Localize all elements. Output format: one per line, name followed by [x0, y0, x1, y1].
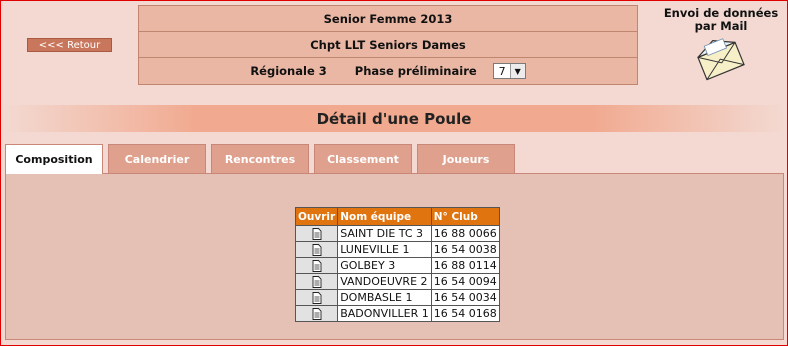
club-number-cell: 16 88 0066 [430, 225, 500, 242]
mail-label-line2: par Mail [694, 19, 748, 33]
table-header-row: Ouvrir Nom équipe N° Club [294, 207, 500, 226]
table-row: LUNEVILLE 1 16 54 0038 [294, 241, 500, 258]
teams-table: Ouvrir Nom équipe N° Club SAINT DIE TC 3… [294, 207, 500, 322]
open-cell[interactable] [294, 241, 339, 258]
team-name-cell: BADONVILLER 1 [337, 305, 432, 322]
tab-content-composition: Ouvrir Nom équipe N° Club SAINT DIE TC 3… [5, 173, 784, 340]
tab-calendrier[interactable]: Calendrier [108, 144, 206, 173]
phase-select[interactable]: 7 ▼ [492, 63, 526, 79]
club-number-cell: 16 54 0038 [430, 241, 500, 258]
table-row: GOLBEY 3 16 88 0114 [294, 257, 500, 274]
document-icon[interactable] [312, 228, 322, 240]
envelope-icon[interactable] [695, 37, 747, 81]
open-cell[interactable] [294, 305, 339, 322]
open-cell[interactable] [294, 289, 339, 306]
tab-joueurs[interactable]: Joueurs [417, 144, 515, 173]
tab-composition[interactable]: Composition [5, 144, 103, 174]
table-row: BADONVILLER 1 16 54 0168 [294, 305, 500, 322]
championship-label: Chpt LLT Seniors Dames [310, 37, 466, 52]
club-number-cell: 16 54 0094 [430, 273, 500, 290]
phase-label: Phase préliminaire [354, 64, 477, 78]
season-row: Senior Femme 2013 [139, 6, 637, 32]
document-icon[interactable] [312, 308, 322, 320]
club-number-cell: 16 54 0034 [430, 289, 500, 306]
open-cell[interactable] [294, 257, 339, 274]
chevron-down-icon[interactable]: ▼ [509, 64, 525, 78]
column-header-team: Nom équipe [337, 207, 432, 226]
phase-row: Régionale 3 Phase préliminaire 7 ▼ [139, 58, 637, 84]
table-row: DOMBASLE 1 16 54 0034 [294, 289, 500, 306]
table-row: SAINT DIE TC 3 16 88 0066 [294, 225, 500, 242]
document-icon[interactable] [312, 292, 322, 304]
page-title: Détail d'une Poule [4, 105, 784, 132]
team-name-cell: GOLBEY 3 [337, 257, 432, 274]
table-row: VANDOEUVRE 2 16 54 0094 [294, 273, 500, 290]
tab-rencontres[interactable]: Rencontres [211, 144, 309, 173]
info-panel: Senior Femme 2013 Chpt LLT Seniors Dames… [138, 5, 638, 85]
open-cell[interactable] [294, 225, 339, 242]
team-name-cell: VANDOEUVRE 2 [337, 273, 432, 290]
document-icon[interactable] [312, 244, 322, 256]
document-icon[interactable] [312, 276, 322, 288]
column-header-club: N° Club [430, 207, 500, 226]
championship-row: Chpt LLT Seniors Dames [139, 32, 637, 58]
page-frame: <<< Retour Senior Femme 2013 Chpt LLT Se… [0, 0, 788, 346]
document-icon[interactable] [312, 260, 322, 272]
club-number-cell: 16 54 0168 [430, 305, 500, 322]
team-name-cell: SAINT DIE TC 3 [337, 225, 432, 242]
column-header-open: Ouvrir [294, 207, 339, 226]
open-cell[interactable] [294, 273, 339, 290]
back-button[interactable]: <<< Retour [27, 38, 112, 52]
team-name-cell: DOMBASLE 1 [337, 289, 432, 306]
division-label: Régionale 3 [250, 64, 327, 78]
phase-select-value: 7 [498, 64, 506, 78]
tab-classement[interactable]: Classement [314, 144, 412, 173]
team-name-cell: LUNEVILLE 1 [337, 241, 432, 258]
season-label: Senior Femme 2013 [323, 11, 453, 26]
mail-export[interactable]: Envoi de données par Mail [659, 7, 783, 81]
club-number-cell: 16 88 0114 [430, 257, 500, 274]
